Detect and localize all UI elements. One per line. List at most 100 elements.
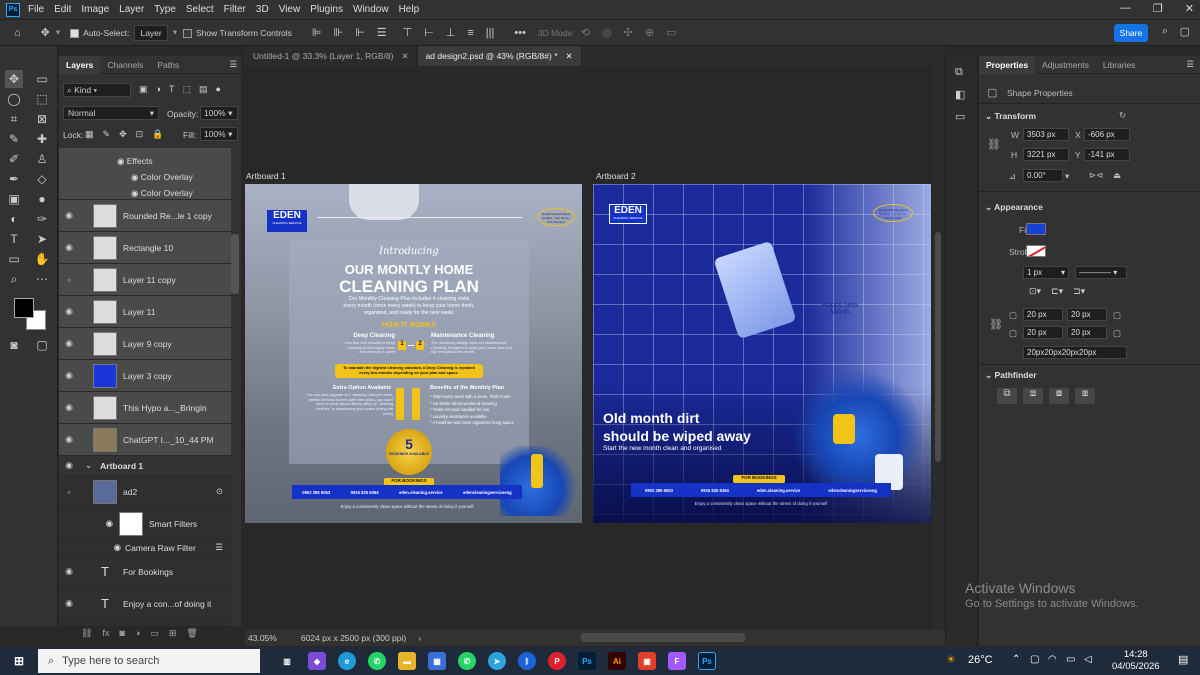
menu-window[interactable]: Window bbox=[353, 4, 389, 15]
visibility-eye-icon[interactable]: ◉ bbox=[59, 242, 79, 253]
menu-edit[interactable]: Edit bbox=[54, 4, 71, 15]
menu-help[interactable]: Help bbox=[399, 4, 420, 15]
artboard-2-label[interactable]: Artboard 2 bbox=[596, 171, 636, 181]
artboard-1[interactable]: EDEN CLEANING SERVICE Simply Refresh Eve… bbox=[245, 184, 582, 523]
eyedropper-icon[interactable]: ✎ bbox=[5, 130, 23, 148]
ms-store-icon[interactable]: ▦ bbox=[428, 652, 446, 670]
screen-mode-icon[interactable]: ▢ bbox=[33, 336, 51, 354]
3d-orbit-icon[interactable]: ⟲ bbox=[581, 26, 590, 39]
angle-dropdown-icon[interactable]: ▾ bbox=[1065, 171, 1069, 182]
layers-scrollbar[interactable] bbox=[231, 234, 239, 294]
wifi-icon[interactable]: ◠ bbox=[1048, 654, 1057, 665]
visibility-eye-icon[interactable]: ◉ bbox=[59, 460, 79, 471]
layer-row[interactable]: ◉ ChatGPT I..._10_44 PM bbox=[59, 424, 231, 456]
fill-color-swatch[interactable] bbox=[1026, 223, 1046, 235]
photoshop-pinned-icon[interactable]: Ps bbox=[578, 652, 596, 670]
move-tool-icon[interactable]: ✥ bbox=[5, 70, 23, 88]
share-button[interactable]: Share bbox=[1114, 24, 1148, 42]
radius-bl-field[interactable]: 20 px bbox=[1023, 326, 1063, 339]
align-center-icon[interactable]: ⊪ bbox=[334, 26, 344, 39]
panel-menu-icon[interactable]: ☰ bbox=[1186, 59, 1194, 70]
3d-roll-icon[interactable]: ◎ bbox=[602, 26, 612, 39]
auto-select-checkbox[interactable] bbox=[70, 27, 83, 38]
link-dimensions-icon[interactable]: ⛓ bbox=[987, 138, 1001, 151]
menu-image[interactable]: Image bbox=[81, 4, 109, 15]
fx-icon[interactable]: fx bbox=[102, 628, 109, 639]
distribute-icon[interactable]: ☰ bbox=[377, 26, 387, 39]
vertical-scrollbar-thumb[interactable] bbox=[935, 232, 941, 462]
expand-chevron-icon[interactable]: ⌄ bbox=[85, 460, 92, 471]
panel-menu-icon[interactable]: ☰ bbox=[229, 59, 237, 70]
layer-row[interactable]: ◉ Layer 9 copy bbox=[59, 328, 231, 360]
more-tools-icon[interactable]: ⋯ bbox=[33, 270, 51, 288]
filter-shape-icon[interactable]: ⬚ bbox=[182, 84, 191, 95]
crop-tool-icon[interactable]: ⌗ bbox=[5, 110, 23, 128]
minimize-icon[interactable]: — bbox=[1120, 2, 1131, 15]
unite-shapes-icon[interactable]: ⧉ bbox=[997, 388, 1017, 404]
task-view-icon[interactable]: ▥ bbox=[278, 652, 296, 670]
hand-tool-icon[interactable]: ✋ bbox=[33, 250, 51, 268]
visibility-hidden-box[interactable]: ▫ bbox=[59, 487, 79, 497]
lock-artboard-icon[interactable]: ⊡ bbox=[136, 129, 144, 140]
frame-tool-icon[interactable]: ⊠ bbox=[33, 110, 51, 128]
photoshop-active-icon[interactable]: Ps bbox=[698, 652, 716, 670]
height-field[interactable]: 3221 px bbox=[1023, 148, 1069, 161]
restore-icon[interactable]: ❐ bbox=[1153, 2, 1163, 15]
reset-transform-icon[interactable]: ↻ bbox=[1119, 110, 1126, 121]
visibility-hidden-box[interactable]: ▫ bbox=[59, 275, 79, 285]
artboard-2[interactable]: EDEN CLEANING SERVICE Simply Refresh Eve… bbox=[593, 184, 931, 523]
opacity-field[interactable]: 100% ▾ bbox=[200, 106, 238, 120]
copilot-icon[interactable]: ◆ bbox=[308, 652, 326, 670]
menu-type[interactable]: Type bbox=[154, 4, 176, 15]
visibility-eye-icon[interactable]: ◉ bbox=[59, 542, 121, 553]
layer-row[interactable]: ◉ Rounded Re...le 1 copy bbox=[59, 200, 231, 232]
align-top-icon[interactable]: ⊤ bbox=[403, 26, 413, 39]
layer-effect-color-overlay-2[interactable]: ◉ Color Overlay bbox=[59, 188, 193, 199]
layer-effects[interactable]: ◉ Effects bbox=[59, 156, 153, 167]
type-tool-icon[interactable]: T bbox=[5, 230, 23, 248]
distribute-v-icon[interactable]: ≡ bbox=[467, 27, 473, 39]
close-icon[interactable]: ✕ bbox=[1185, 2, 1194, 15]
effects-group[interactable]: ◉ Effects ◉ Color Overlay ◉ Color Overla… bbox=[59, 148, 231, 200]
stroke-caps-icon[interactable]: ⊏▾ bbox=[1051, 286, 1063, 297]
stroke-type-dropdown[interactable]: ———— ▾ bbox=[1075, 266, 1127, 279]
subtract-shapes-icon[interactable]: ⧈ bbox=[1023, 388, 1043, 404]
workspace-icon[interactable]: ▢ bbox=[1180, 25, 1190, 38]
angle-field[interactable]: 0.00° bbox=[1023, 169, 1063, 182]
new-group-icon[interactable]: ▭ bbox=[150, 628, 159, 639]
y-field[interactable]: -141 px bbox=[1084, 148, 1130, 161]
windows-start-icon[interactable]: ⊞ bbox=[10, 652, 28, 670]
filter-kind-dropdown[interactable]: ⌕ Kind ▾ bbox=[63, 83, 131, 97]
stroke-width-field[interactable]: 1 px ▾ bbox=[1023, 266, 1069, 279]
edge-browser-icon[interactable]: e bbox=[338, 652, 356, 670]
new-layer-icon[interactable]: ⊞ bbox=[169, 628, 177, 639]
comments-icon[interactable]: ▭ bbox=[955, 110, 965, 123]
layer-row[interactable]: ◉ T Enjoy a con...of doing it bbox=[59, 588, 231, 620]
tab-channels[interactable]: Channels bbox=[100, 56, 150, 74]
exclude-shapes-icon[interactable]: ⧆ bbox=[1075, 388, 1095, 404]
zoom-tool-icon[interactable]: ⌕ bbox=[5, 270, 23, 288]
brush-tool-icon[interactable]: ✐ bbox=[5, 150, 23, 168]
volume-icon[interactable]: ◁ bbox=[1084, 654, 1092, 665]
flip-vertical-icon[interactable]: ⏏ bbox=[1113, 170, 1121, 181]
align-middle-icon[interactable]: ⊢ bbox=[424, 26, 434, 39]
clock[interactable]: 14:28 04/05/2026 bbox=[1112, 649, 1160, 673]
lock-transparent-icon[interactable]: ▦ bbox=[85, 129, 94, 140]
tab-properties[interactable]: Properties bbox=[979, 55, 1036, 74]
visibility-eye-icon[interactable]: ◉ bbox=[59, 370, 79, 381]
add-mask-icon[interactable]: ◙ bbox=[119, 628, 124, 639]
tab-adjustments[interactable]: Adjustments bbox=[1035, 56, 1096, 74]
transform-section-title[interactable]: ⌄ Transform bbox=[985, 111, 1036, 122]
visibility-eye-icon[interactable]: ◉ bbox=[59, 338, 79, 349]
healing-brush-icon[interactable]: ✚ bbox=[33, 130, 51, 148]
tab-untitled-1[interactable]: Untitled-1 @ 33.3% (Layer 1, RGB/8) ✕ bbox=[245, 46, 418, 66]
tray-arrow-icon[interactable]: ⌃ bbox=[1012, 654, 1020, 665]
stroke-align-icon[interactable]: ⊡▾ bbox=[1029, 286, 1041, 297]
close-tab-icon[interactable]: ✕ bbox=[566, 51, 573, 62]
recorder-icon[interactable]: ▣ bbox=[638, 652, 656, 670]
layer-row[interactable]: ▫ Layer 11 copy bbox=[59, 264, 231, 296]
3d-pan-icon[interactable]: ✣ bbox=[624, 26, 633, 39]
layer-effect-color-overlay-1[interactable]: ◉ Color Overlay bbox=[59, 172, 193, 183]
layer-row[interactable]: ◉ Layer 11 bbox=[59, 296, 231, 328]
layer-dropdown[interactable]: Layer bbox=[134, 24, 168, 41]
